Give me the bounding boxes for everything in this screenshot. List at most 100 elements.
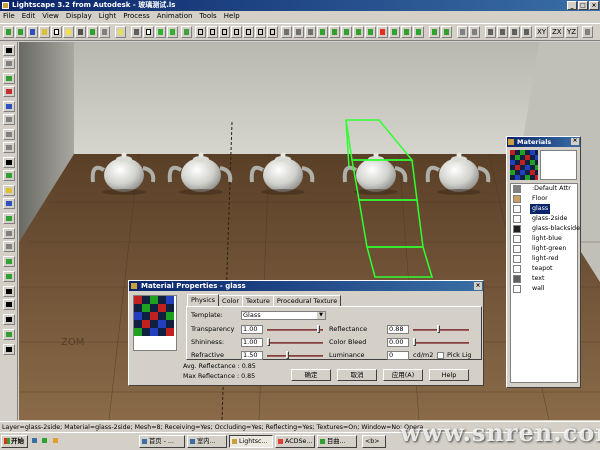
- menu-file[interactable]: File: [3, 11, 15, 22]
- select-surface-icon[interactable]: [3, 58, 15, 69]
- transparency-field[interactable]: 1.00: [241, 325, 263, 334]
- maximize-button[interactable]: □: [578, 1, 588, 10]
- material-item-teapot[interactable]: teapot: [511, 264, 577, 274]
- copy-tool-2-icon[interactable]: [3, 142, 15, 153]
- task-homepage[interactable]: 首页 - ...: [139, 435, 185, 448]
- menu-tools[interactable]: Tools: [199, 11, 216, 22]
- walk-tool-icon[interactable]: [3, 286, 15, 297]
- copy-icon[interactable]: [143, 26, 154, 38]
- dialog-close-icon[interactable]: ×: [474, 282, 482, 290]
- color-bleed-field[interactable]: 0.00: [387, 338, 409, 347]
- walk-icon[interactable]: [389, 26, 400, 38]
- axis-icon[interactable]: [582, 26, 593, 38]
- task-interior[interactable]: 室内...: [187, 435, 227, 448]
- material-item-light-red[interactable]: light-red: [511, 254, 577, 264]
- arrow-icon[interactable]: [3, 45, 15, 56]
- quick-launch-media-icon[interactable]: [52, 435, 60, 448]
- orbit-icon[interactable]: [365, 26, 376, 38]
- wire-6-icon[interactable]: [255, 26, 266, 38]
- material-item-glass-blackside[interactable]: glass-blackside: [511, 224, 580, 234]
- refractive-slider[interactable]: [285, 351, 289, 359]
- light-tool-2-icon[interactable]: [3, 271, 15, 282]
- quick-launch-ie-icon[interactable]: [31, 435, 39, 448]
- menu-edit[interactable]: Edit: [22, 11, 36, 22]
- layer-tool-2-icon[interactable]: [3, 114, 15, 125]
- view-yz-button[interactable]: YZ: [565, 26, 579, 38]
- material-item-floor[interactable]: Floor: [511, 194, 577, 204]
- paint-tool-2-icon[interactable]: [3, 185, 15, 196]
- material-item-glass[interactable]: glass: [511, 204, 577, 214]
- open-icon[interactable]: [15, 26, 26, 38]
- layer-icon[interactable]: [87, 26, 98, 38]
- mesh-icon[interactable]: [3, 228, 15, 239]
- task-acdsee[interactable]: ACDSe...: [275, 435, 315, 448]
- menu-display[interactable]: Display: [66, 11, 92, 22]
- fly-icon[interactable]: [401, 26, 412, 38]
- view-icon[interactable]: [457, 26, 468, 38]
- pick-light-checkbox[interactable]: [437, 352, 444, 359]
- refractive-field[interactable]: 1.50: [241, 351, 263, 360]
- minimize-button[interactable]: _: [567, 1, 577, 10]
- grid-icon[interactable]: [99, 26, 110, 38]
- material-item-light-green[interactable]: light-green: [511, 244, 577, 254]
- camera-icon[interactable]: [131, 26, 142, 38]
- apply-button[interactable]: 应用(A): [383, 369, 423, 381]
- ok-button[interactable]: 确定: [291, 369, 331, 381]
- reflectance-field[interactable]: 0.88: [387, 325, 409, 334]
- eye-icon[interactable]: [317, 26, 328, 38]
- tab-texture[interactable]: Texture: [242, 295, 274, 306]
- copy-tool-icon[interactable]: [3, 129, 15, 140]
- select-icon[interactable]: [51, 26, 62, 38]
- figure-3-icon[interactable]: [3, 344, 15, 355]
- light-tool-icon[interactable]: [3, 256, 15, 267]
- draw-2-icon[interactable]: [3, 86, 15, 97]
- shininess-field[interactable]: 1.00: [241, 338, 263, 347]
- tab-color[interactable]: Color: [218, 295, 244, 306]
- wire-icon[interactable]: [195, 26, 206, 38]
- shade-2-icon[interactable]: [293, 26, 304, 38]
- help-button[interactable]: Help: [429, 369, 469, 381]
- shininess-slider[interactable]: [267, 338, 270, 346]
- close-icon[interactable]: ×: [571, 138, 579, 145]
- paint-tool-icon[interactable]: [3, 170, 15, 181]
- menu-animation[interactable]: Animation: [157, 11, 193, 22]
- paint-icon[interactable]: [39, 26, 50, 38]
- move-icon[interactable]: [377, 26, 388, 38]
- menu-view[interactable]: View: [42, 11, 59, 22]
- menu-help[interactable]: Help: [224, 11, 240, 22]
- task-lightscape[interactable]: Lightsc...: [229, 435, 273, 448]
- task-tray-item[interactable]: <b>: [362, 435, 386, 448]
- wire-5-icon[interactable]: [243, 26, 254, 38]
- luminance-field[interactable]: 0: [387, 351, 409, 360]
- template-select[interactable]: Glass ▼: [241, 311, 326, 320]
- material-item-light-blue[interactable]: light-blue: [511, 234, 577, 244]
- box-icon[interactable]: [75, 26, 86, 38]
- pointer-icon[interactable]: [3, 157, 15, 168]
- color-bleed-slider[interactable]: [413, 338, 416, 346]
- material-item-default[interactable]: :Default Attr: [511, 184, 577, 194]
- rotate-icon[interactable]: [413, 26, 424, 38]
- view-xy-button[interactable]: XY: [535, 26, 549, 38]
- flip-icon[interactable]: [3, 198, 15, 209]
- shade-icon[interactable]: [281, 26, 292, 38]
- perspective-2-icon[interactable]: [497, 26, 508, 38]
- menu-light[interactable]: Light: [99, 11, 116, 22]
- view-zx-button[interactable]: ZX: [550, 26, 564, 38]
- cube-green-2-icon[interactable]: [167, 26, 178, 38]
- mesh-2-icon[interactable]: [3, 241, 15, 252]
- wire-2-icon[interactable]: [207, 26, 218, 38]
- quick-launch-desktop-icon[interactable]: [41, 435, 49, 448]
- tab-procedural-texture[interactable]: Procedural Texture: [272, 295, 342, 306]
- wire-7-icon[interactable]: [267, 26, 278, 38]
- material-item-glass-2side[interactable]: glass-2side: [511, 214, 577, 224]
- draw-icon[interactable]: [3, 73, 15, 84]
- walk-tool-2-icon[interactable]: [3, 299, 15, 310]
- new-icon[interactable]: [3, 26, 14, 38]
- material-item-wall[interactable]: wall: [511, 284, 577, 294]
- menu-process[interactable]: Process: [123, 11, 150, 22]
- close-button[interactable]: ×: [589, 1, 599, 10]
- figure-2-icon[interactable]: [3, 329, 15, 340]
- wire-4-icon[interactable]: [231, 26, 242, 38]
- view-2-icon[interactable]: [469, 26, 480, 38]
- figure-icon[interactable]: [3, 314, 15, 325]
